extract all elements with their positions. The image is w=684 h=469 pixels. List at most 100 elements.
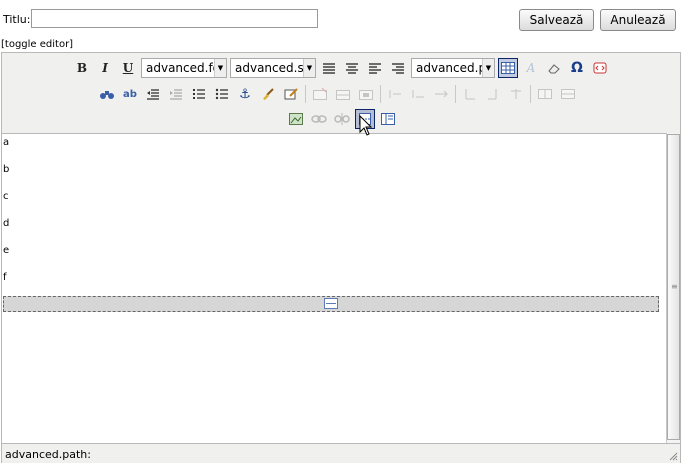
content-line: f	[3, 272, 7, 283]
outdent-icon	[147, 89, 159, 100]
delete-row-icon	[435, 90, 448, 98]
col-after-button[interactable]	[483, 84, 503, 104]
indent-icon	[170, 89, 182, 100]
toolbar-row-2: ab ⚓	[97, 84, 581, 104]
editor-content-area[interactable]: a b c d e f	[2, 133, 666, 444]
page-break-marker[interactable]	[3, 296, 659, 312]
title-label: Titlu:	[3, 13, 31, 26]
chevron-down-icon: ▼	[303, 59, 315, 77]
special-char-button[interactable]: Ω	[567, 58, 587, 78]
edit-attributes-button[interactable]	[281, 84, 301, 104]
table-icon	[501, 62, 515, 74]
content-line: e	[3, 245, 10, 256]
font-family-value: advanced.fo	[146, 61, 214, 75]
italic-icon: I	[102, 61, 108, 75]
scrollbar-thumb[interactable]: ≡	[667, 134, 680, 440]
delete-col-icon	[511, 89, 521, 99]
underline-icon: U	[122, 61, 134, 75]
insert-row-after-icon	[412, 90, 424, 98]
delete-table-icon	[313, 88, 327, 100]
align-center-button[interactable]	[342, 58, 362, 78]
bold-button[interactable]: B	[72, 58, 92, 78]
content-line: b	[3, 164, 10, 175]
numbered-list-button[interactable]	[189, 84, 209, 104]
row-props-icon	[336, 90, 350, 100]
merge-cells-icon	[561, 89, 575, 99]
anchor-button[interactable]: ⚓	[235, 84, 255, 104]
resize-handle-icon[interactable]	[669, 452, 678, 461]
align-left-button[interactable]	[365, 58, 385, 78]
split-cells-button[interactable]	[535, 84, 555, 104]
chevron-down-icon: ▼	[214, 59, 226, 77]
toolbar-separator	[455, 85, 456, 103]
align-left-icon	[369, 63, 381, 74]
content-line: a	[3, 137, 10, 148]
link-icon	[311, 115, 327, 123]
unlink-button[interactable]	[332, 109, 352, 129]
element-path: advanced.path:	[5, 448, 91, 461]
delete-row-button[interactable]	[431, 84, 451, 104]
delete-col-button[interactable]	[506, 84, 526, 104]
cell-props-button[interactable]	[356, 84, 376, 104]
merge-cells-button[interactable]	[558, 84, 578, 104]
chevron-down-icon: ▼	[482, 59, 494, 77]
toolbar-separator	[380, 85, 381, 103]
bold-icon: B	[76, 61, 88, 75]
find-button[interactable]	[97, 84, 117, 104]
broom-icon	[263, 88, 274, 100]
unlink-icon	[334, 113, 350, 125]
title-input[interactable]	[31, 9, 318, 28]
cleanup-button[interactable]	[258, 84, 278, 104]
format-value: advanced.pa	[416, 61, 482, 75]
edit-icon	[284, 88, 298, 100]
toggle-editor-link[interactable]: [toggle editor]	[1, 39, 73, 50]
image-icon	[289, 113, 303, 125]
align-center-icon	[346, 63, 358, 74]
delete-table-button[interactable]	[310, 84, 330, 104]
align-right-button[interactable]	[388, 58, 408, 78]
replace-button[interactable]: ab	[120, 84, 140, 104]
font-style-icon: A	[526, 61, 536, 75]
font-family-select[interactable]: advanced.fo ▼	[141, 58, 227, 78]
style-props-button[interactable]: A	[521, 58, 541, 78]
page-break-icon	[324, 298, 338, 309]
col-before-button[interactable]	[460, 84, 480, 104]
cancel-button[interactable]: Anulează	[600, 9, 676, 31]
template-button[interactable]	[378, 109, 398, 129]
html-source-button[interactable]	[590, 58, 610, 78]
insert-image-button[interactable]	[286, 109, 306, 129]
vertical-scrollbar[interactable]: ≡	[666, 133, 680, 443]
numbered-list-icon	[193, 89, 205, 99]
style-value: advanced.st	[235, 61, 303, 75]
italic-button[interactable]: I	[95, 58, 115, 78]
row-after-button[interactable]	[408, 84, 428, 104]
outdent-button[interactable]	[143, 84, 163, 104]
table-button[interactable]	[498, 58, 518, 78]
rich-text-editor: B I U advanced.fo ▼ advanced.st ▼ advanc…	[1, 52, 681, 463]
cell-props-icon	[359, 90, 373, 100]
toolbar-row-3	[286, 109, 401, 129]
save-button[interactable]: Salvează	[519, 9, 594, 31]
insert-row-before-icon	[389, 90, 401, 98]
format-select[interactable]: advanced.pa ▼	[411, 58, 495, 78]
link-button[interactable]	[309, 109, 329, 129]
underline-button[interactable]: U	[118, 58, 138, 78]
toolbar-separator	[305, 85, 306, 103]
bullet-list-button[interactable]	[212, 84, 232, 104]
insert-col-before-icon	[465, 89, 475, 100]
omega-icon: Ω	[571, 60, 583, 76]
eraser-button[interactable]	[544, 58, 564, 78]
row-before-button[interactable]	[385, 84, 405, 104]
align-justify-icon	[323, 63, 335, 74]
insert-col-after-icon	[488, 89, 497, 100]
row-props-button[interactable]	[333, 84, 353, 104]
bullet-list-icon	[215, 88, 228, 100]
indent-button[interactable]	[166, 84, 186, 104]
align-justify-button[interactable]	[319, 58, 339, 78]
eraser-icon	[548, 64, 560, 74]
replace-icon: ab	[123, 88, 137, 100]
style-select[interactable]: advanced.st ▼	[230, 58, 316, 78]
content-line: c	[3, 191, 9, 202]
anchor-icon: ⚓	[239, 86, 251, 102]
editor-statusbar: advanced.path:	[2, 443, 680, 463]
